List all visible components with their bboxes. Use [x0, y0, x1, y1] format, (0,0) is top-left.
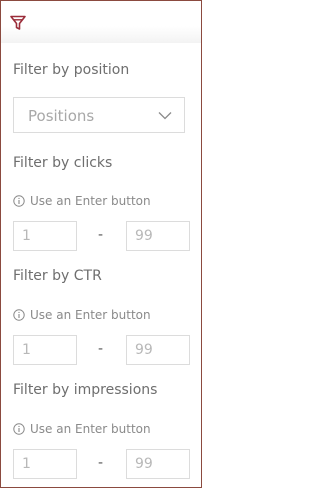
clicks-min-input[interactable] — [13, 221, 77, 251]
impressions-max-input[interactable] — [126, 449, 190, 479]
clicks-hint-text: Use an Enter button — [30, 194, 151, 208]
positions-select-value: Positions — [28, 107, 95, 125]
ctr-min-input[interactable] — [13, 335, 77, 365]
positions-select[interactable]: Positions — [13, 97, 185, 133]
filters-panel: Filter by position Positions Filter by c… — [0, 0, 202, 488]
impressions-hint: Use an Enter button — [13, 422, 151, 436]
impressions-hint-text: Use an Enter button — [30, 422, 151, 436]
ctr-max-input[interactable] — [126, 335, 190, 365]
info-icon — [13, 423, 25, 435]
info-icon — [13, 309, 25, 321]
clicks-hint: Use an Enter button — [13, 194, 151, 208]
clicks-range-separator: - — [98, 227, 104, 243]
filters-toolbar — [1, 1, 201, 43]
ctr-filter-title: Filter by CTR — [13, 268, 102, 284]
impressions-filter-title: Filter by impressions — [13, 382, 158, 398]
filter-icon[interactable] — [9, 14, 27, 32]
clicks-filter-title: Filter by clicks — [13, 155, 113, 171]
clicks-max-input[interactable] — [126, 221, 190, 251]
chevron-down-icon — [158, 112, 172, 120]
info-icon — [13, 195, 25, 207]
ctr-range-separator: - — [98, 341, 104, 357]
ctr-hint: Use an Enter button — [13, 308, 151, 322]
impressions-range-separator: - — [98, 455, 104, 471]
ctr-hint-text: Use an Enter button — [30, 308, 151, 322]
position-filter-title: Filter by position — [13, 62, 130, 78]
impressions-min-input[interactable] — [13, 449, 77, 479]
